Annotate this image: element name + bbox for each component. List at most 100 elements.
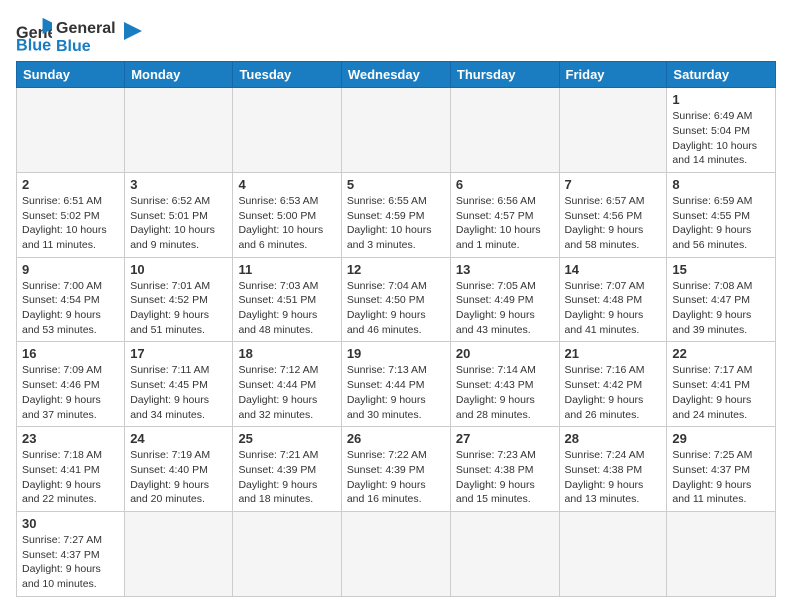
calendar-week-row: 1 Sunrise: 6:49 AM Sunset: 5:04 PM Daylig… — [17, 88, 776, 173]
day-info: Sunrise: 7:05 AM Sunset: 4:49 PM Dayligh… — [456, 279, 554, 338]
calendar-day-cell — [125, 88, 233, 173]
day-info: Sunrise: 7:12 AM Sunset: 4:44 PM Dayligh… — [238, 363, 335, 422]
day-info: Sunrise: 7:18 AM Sunset: 4:41 PM Dayligh… — [22, 448, 119, 507]
calendar-day-cell: 17 Sunrise: 7:11 AM Sunset: 4:45 PM Dayli… — [125, 342, 233, 427]
day-info: Sunrise: 7:19 AM Sunset: 4:40 PM Dayligh… — [130, 448, 227, 507]
day-number: 18 — [238, 346, 335, 361]
day-info: Sunrise: 7:08 AM Sunset: 4:47 PM Dayligh… — [672, 279, 770, 338]
calendar-day-cell — [233, 88, 341, 173]
day-number: 3 — [130, 177, 227, 192]
calendar-day-cell: 24 Sunrise: 7:19 AM Sunset: 4:40 PM Dayli… — [125, 427, 233, 512]
day-info: Sunrise: 7:01 AM Sunset: 4:52 PM Dayligh… — [130, 279, 227, 338]
day-info: Sunrise: 7:23 AM Sunset: 4:38 PM Dayligh… — [456, 448, 554, 507]
calendar-day-cell: 28Sunrise: 7:24 AM Sunset: 4:38 PM Dayli… — [559, 427, 667, 512]
day-info: Sunrise: 6:53 AM Sunset: 5:00 PM Dayligh… — [238, 194, 335, 253]
calendar-day-cell — [17, 88, 125, 173]
day-number: 2 — [22, 177, 119, 192]
calendar-day-cell: 18 Sunrise: 7:12 AM Sunset: 4:44 PM Dayli… — [233, 342, 341, 427]
calendar-day-cell: 8Sunrise: 6:59 AM Sunset: 4:55 PM Daylig… — [667, 172, 776, 257]
calendar-day-cell: 3Sunrise: 6:52 AM Sunset: 5:01 PM Daylig… — [125, 172, 233, 257]
calendar-table: SundayMondayTuesdayWednesdayThursdayFrid… — [16, 61, 776, 597]
calendar-week-row: 9 Sunrise: 7:00 AM Sunset: 4:54 PM Daylig… — [17, 257, 776, 342]
svg-text:Blue: Blue — [16, 36, 51, 54]
day-info: Sunrise: 7:00 AM Sunset: 4:54 PM Dayligh… — [22, 279, 119, 338]
calendar-day-cell: 16 Sunrise: 7:09 AM Sunset: 4:46 PM Dayli… — [17, 342, 125, 427]
calendar-day-cell: 27Sunrise: 7:23 AM Sunset: 4:38 PM Dayli… — [450, 427, 559, 512]
day-number: 6 — [456, 177, 554, 192]
calendar-day-cell: 21 Sunrise: 7:16 AM Sunset: 4:42 PM Dayli… — [559, 342, 667, 427]
day-info: Sunrise: 6:51 AM Sunset: 5:02 PM Dayligh… — [22, 194, 119, 253]
calendar-day-cell: 15 Sunrise: 7:08 AM Sunset: 4:47 PM Dayli… — [667, 257, 776, 342]
day-number: 16 — [22, 346, 119, 361]
day-info: Sunrise: 7:07 AM Sunset: 4:48 PM Dayligh… — [565, 279, 662, 338]
day-number: 21 — [565, 346, 662, 361]
day-info: Sunrise: 6:49 AM Sunset: 5:04 PM Dayligh… — [672, 109, 770, 168]
day-number: 7 — [565, 177, 662, 192]
logo-icon: General Blue — [16, 18, 52, 54]
day-info: Sunrise: 7:17 AM Sunset: 4:41 PM Dayligh… — [672, 363, 770, 422]
weekday-header-monday: Monday — [125, 62, 233, 88]
calendar-day-cell — [559, 88, 667, 173]
calendar-week-row: 30 Sunrise: 7:27 AM Sunset: 4:37 PM Dayli… — [17, 511, 776, 596]
calendar-day-cell: 13Sunrise: 7:05 AM Sunset: 4:49 PM Dayli… — [450, 257, 559, 342]
weekday-header-friday: Friday — [559, 62, 667, 88]
calendar-day-cell: 11 Sunrise: 7:03 AM Sunset: 4:51 PM Dayli… — [233, 257, 341, 342]
calendar-day-cell: 4 Sunrise: 6:53 AM Sunset: 5:00 PM Daylig… — [233, 172, 341, 257]
day-number: 30 — [22, 516, 119, 531]
day-info: Sunrise: 6:56 AM Sunset: 4:57 PM Dayligh… — [456, 194, 554, 253]
day-info: Sunrise: 6:57 AM Sunset: 4:56 PM Dayligh… — [565, 194, 662, 253]
calendar-week-row: 23 Sunrise: 7:18 AM Sunset: 4:41 PM Dayli… — [17, 427, 776, 512]
day-info: Sunrise: 7:13 AM Sunset: 4:44 PM Dayligh… — [347, 363, 445, 422]
calendar-day-cell — [667, 511, 776, 596]
day-number: 24 — [130, 431, 227, 446]
weekday-header-row: SundayMondayTuesdayWednesdayThursdayFrid… — [17, 62, 776, 88]
calendar-day-cell: 25Sunrise: 7:21 AM Sunset: 4:39 PM Dayli… — [233, 427, 341, 512]
day-number: 23 — [22, 431, 119, 446]
calendar-day-cell: 14 Sunrise: 7:07 AM Sunset: 4:48 PM Dayli… — [559, 257, 667, 342]
day-info: Sunrise: 7:03 AM Sunset: 4:51 PM Dayligh… — [238, 279, 335, 338]
calendar-day-cell — [450, 511, 559, 596]
day-info: Sunrise: 6:59 AM Sunset: 4:55 PM Dayligh… — [672, 194, 770, 253]
day-info: Sunrise: 7:11 AM Sunset: 4:45 PM Dayligh… — [130, 363, 227, 422]
day-number: 20 — [456, 346, 554, 361]
day-info: Sunrise: 7:27 AM Sunset: 4:37 PM Dayligh… — [22, 533, 119, 592]
calendar-week-row: 2 Sunrise: 6:51 AM Sunset: 5:02 PM Daylig… — [17, 172, 776, 257]
calendar-day-cell: 22Sunrise: 7:17 AM Sunset: 4:41 PM Dayli… — [667, 342, 776, 427]
day-info: Sunrise: 7:16 AM Sunset: 4:42 PM Dayligh… — [565, 363, 662, 422]
calendar-day-cell: 6 Sunrise: 6:56 AM Sunset: 4:57 PM Daylig… — [450, 172, 559, 257]
day-number: 9 — [22, 262, 119, 277]
day-number: 11 — [238, 262, 335, 277]
day-info: Sunrise: 7:14 AM Sunset: 4:43 PM Dayligh… — [456, 363, 554, 422]
day-info: Sunrise: 6:55 AM Sunset: 4:59 PM Dayligh… — [347, 194, 445, 253]
logo: General Blue General Blue — [16, 16, 144, 55]
calendar-day-cell — [559, 511, 667, 596]
day-number: 12 — [347, 262, 445, 277]
calendar-day-cell — [450, 88, 559, 173]
calendar-day-cell — [233, 511, 341, 596]
page-header: General Blue General Blue — [16, 16, 776, 55]
day-number: 19 — [347, 346, 445, 361]
day-number: 4 — [238, 177, 335, 192]
day-number: 17 — [130, 346, 227, 361]
day-info: Sunrise: 7:04 AM Sunset: 4:50 PM Dayligh… — [347, 279, 445, 338]
day-number: 15 — [672, 262, 770, 277]
day-number: 14 — [565, 262, 662, 277]
calendar-day-cell: 10 Sunrise: 7:01 AM Sunset: 4:52 PM Dayli… — [125, 257, 233, 342]
day-number: 29 — [672, 431, 770, 446]
day-info: Sunrise: 7:25 AM Sunset: 4:37 PM Dayligh… — [672, 448, 770, 507]
calendar-day-cell: 26Sunrise: 7:22 AM Sunset: 4:39 PM Dayli… — [341, 427, 450, 512]
day-number: 28 — [565, 431, 662, 446]
logo-flag-icon — [122, 20, 144, 42]
calendar-day-cell: 20 Sunrise: 7:14 AM Sunset: 4:43 PM Dayli… — [450, 342, 559, 427]
day-number: 1 — [672, 92, 770, 107]
weekday-header-thursday: Thursday — [450, 62, 559, 88]
weekday-header-tuesday: Tuesday — [233, 62, 341, 88]
calendar-day-cell: 19 Sunrise: 7:13 AM Sunset: 4:44 PM Dayli… — [341, 342, 450, 427]
logo-general-text: General — [56, 20, 116, 38]
day-info: Sunrise: 7:09 AM Sunset: 4:46 PM Dayligh… — [22, 363, 119, 422]
weekday-header-saturday: Saturday — [667, 62, 776, 88]
logo-blue-text: Blue — [56, 38, 116, 56]
day-number: 10 — [130, 262, 227, 277]
day-info: Sunrise: 7:22 AM Sunset: 4:39 PM Dayligh… — [347, 448, 445, 507]
calendar-day-cell — [341, 88, 450, 173]
